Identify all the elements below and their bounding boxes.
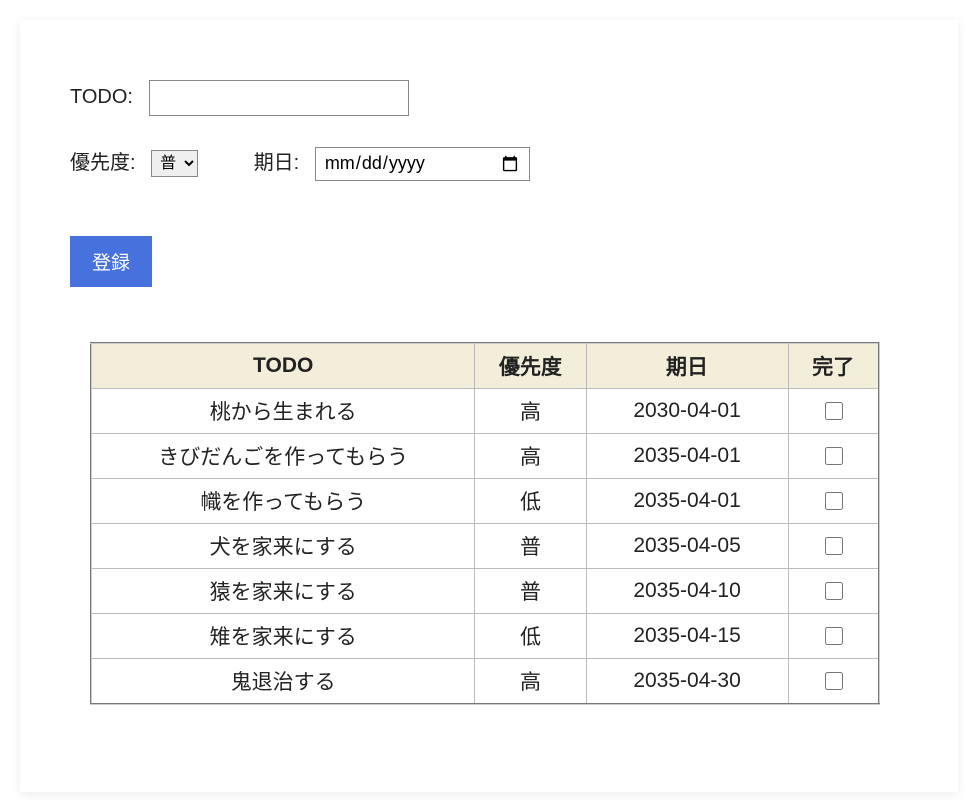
cell-date: 2035-04-15: [586, 613, 788, 658]
priority-select[interactable]: 高普低: [151, 150, 198, 177]
cell-done: [788, 568, 879, 613]
done-checkbox[interactable]: [825, 672, 843, 690]
cell-date: 2035-04-10: [586, 568, 788, 613]
table-row: 犬を家来にする普2035-04-05: [91, 523, 879, 568]
cell-date: 2035-04-01: [586, 433, 788, 478]
table-row: 雉を家来にする低2035-04-15: [91, 613, 879, 658]
todo-input[interactable]: [149, 80, 409, 116]
header-date: 期日: [586, 343, 788, 389]
cell-todo: 雉を家来にする: [91, 613, 475, 658]
table-row: 幟を作ってもらう低2035-04-01: [91, 478, 879, 523]
cell-priority: 普: [475, 523, 586, 568]
cell-date: 2035-04-05: [586, 523, 788, 568]
header-done: 完了: [788, 343, 879, 389]
cell-todo: 幟を作ってもらう: [91, 478, 475, 523]
submit-button[interactable]: 登録: [70, 236, 152, 287]
cell-todo: 猿を家来にする: [91, 568, 475, 613]
cell-priority: 高: [475, 658, 586, 704]
done-checkbox[interactable]: [825, 627, 843, 645]
table-header-row: TODO 優先度 期日 完了: [91, 343, 879, 389]
table-row: 猿を家来にする普2035-04-10: [91, 568, 879, 613]
priority-label: 優先度:: [70, 152, 136, 174]
table-row: 鬼退治する高2035-04-30: [91, 658, 879, 704]
cell-date: 2035-04-01: [586, 478, 788, 523]
done-checkbox[interactable]: [825, 447, 843, 465]
header-priority: 優先度: [475, 343, 586, 389]
date-label: 期日:: [254, 152, 300, 174]
date-input[interactable]: [315, 147, 530, 181]
cell-done: [788, 658, 879, 704]
header-todo: TODO: [91, 343, 475, 389]
table-row: 桃から生まれる高2030-04-01: [91, 388, 879, 433]
cell-priority: 普: [475, 568, 586, 613]
done-checkbox[interactable]: [825, 582, 843, 600]
cell-done: [788, 613, 879, 658]
cell-done: [788, 478, 879, 523]
priority-date-row: 優先度: 高普低 期日:: [70, 146, 908, 181]
table-row: きびだんごを作ってもらう高2035-04-01: [91, 433, 879, 478]
cell-date: 2030-04-01: [586, 388, 788, 433]
cell-todo: 桃から生まれる: [91, 388, 475, 433]
done-checkbox[interactable]: [825, 537, 843, 555]
cell-priority: 低: [475, 613, 586, 658]
form-card: TODO: 優先度: 高普低 期日: 登録 TODO 優先度 期日 完了: [20, 20, 958, 792]
cell-todo: 鬼退治する: [91, 658, 475, 704]
todo-label: TODO:: [70, 86, 133, 108]
cell-done: [788, 523, 879, 568]
cell-priority: 高: [475, 433, 586, 478]
done-checkbox[interactable]: [825, 402, 843, 420]
done-checkbox[interactable]: [825, 492, 843, 510]
cell-priority: 高: [475, 388, 586, 433]
cell-todo: きびだんごを作ってもらう: [91, 433, 475, 478]
todo-table: TODO 優先度 期日 完了 桃から生まれる高2030-04-01きびだんごを作…: [90, 342, 880, 705]
cell-date: 2035-04-30: [586, 658, 788, 704]
cell-done: [788, 388, 879, 433]
cell-priority: 低: [475, 478, 586, 523]
cell-todo: 犬を家来にする: [91, 523, 475, 568]
cell-done: [788, 433, 879, 478]
todo-row: TODO:: [70, 80, 908, 116]
